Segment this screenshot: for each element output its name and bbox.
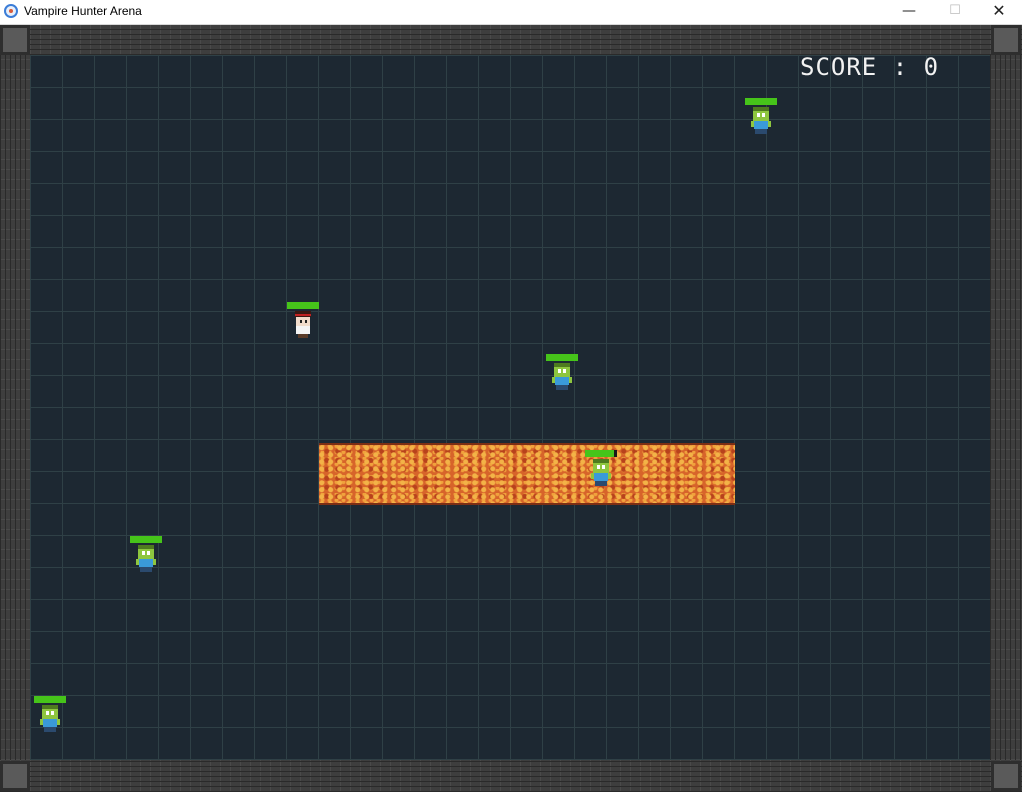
right-wall bbox=[990, 55, 1022, 760]
close-button[interactable]: ✕ bbox=[976, 0, 1022, 24]
zombie-sprite bbox=[34, 696, 66, 738]
bottom-wall bbox=[0, 760, 1022, 792]
arena-floor bbox=[30, 55, 990, 760]
corner-pillar bbox=[0, 25, 30, 55]
health-bar bbox=[287, 302, 319, 309]
corner-pillar bbox=[991, 25, 1021, 55]
minimize-button[interactable]: — bbox=[886, 0, 932, 24]
health-bar bbox=[34, 696, 66, 703]
zombie-sprite bbox=[546, 354, 578, 396]
player-hunter-sprite bbox=[287, 302, 319, 344]
lava-pool bbox=[319, 443, 735, 505]
health-bar bbox=[745, 98, 777, 105]
corner-pillar bbox=[0, 761, 30, 791]
health-bar bbox=[585, 450, 617, 457]
app-icon bbox=[4, 4, 18, 18]
zombie-sprite bbox=[745, 98, 777, 140]
maximize-button[interactable]: ☐ bbox=[932, 0, 978, 24]
title-bar[interactable]: Vampire Hunter Arena — ☐ ✕ bbox=[0, 0, 1022, 25]
zombie-sprite bbox=[130, 536, 162, 578]
window-title: Vampire Hunter Arena bbox=[24, 4, 142, 18]
health-bar bbox=[546, 354, 578, 361]
game-canvas[interactable]: SCORE : 0 bbox=[0, 25, 1022, 792]
zombie-sprite bbox=[585, 450, 617, 492]
left-wall bbox=[0, 55, 30, 760]
health-bar bbox=[130, 536, 162, 543]
top-wall bbox=[0, 25, 1022, 55]
corner-pillar bbox=[991, 761, 1021, 791]
score-display: SCORE : 0 bbox=[800, 53, 940, 81]
